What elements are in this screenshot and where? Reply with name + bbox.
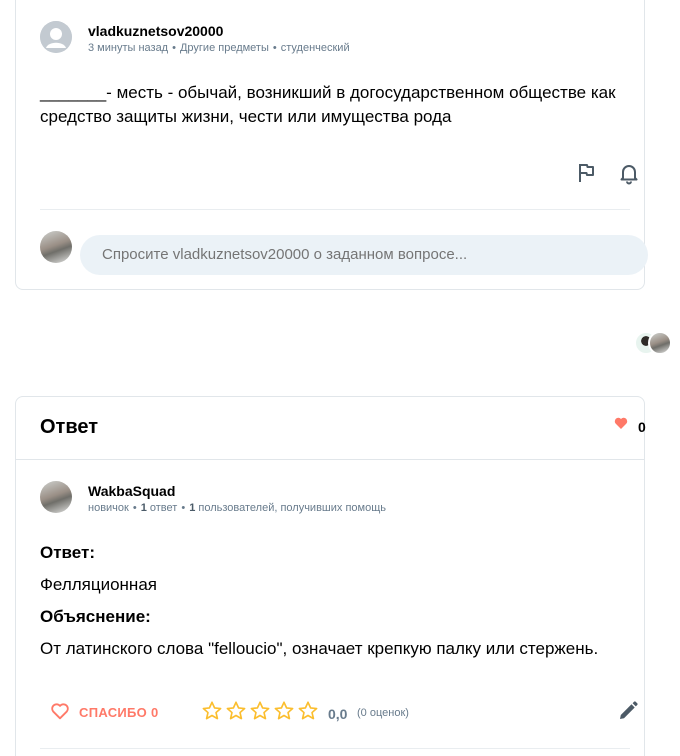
helper-avatar bbox=[648, 331, 672, 355]
helped-count: 1 bbox=[189, 502, 196, 514]
heart-outline-icon[interactable] bbox=[49, 700, 73, 724]
star-outline-icon[interactable] bbox=[297, 700, 319, 722]
question-author-name[interactable]: vladkuznetsov20000 bbox=[88, 23, 223, 39]
pencil-icon[interactable] bbox=[616, 699, 640, 723]
question-meta: 3 минуты назад • Другие предметы • студенчес… bbox=[88, 42, 350, 54]
answer-header-divider bbox=[16, 459, 644, 460]
answer-count: 1 bbox=[140, 502, 147, 514]
rating-count: (0 оценок) bbox=[357, 707, 409, 719]
star-outline-icon[interactable] bbox=[225, 700, 247, 722]
answer-section-title: Ответ bbox=[40, 416, 99, 438]
star-outline-icon[interactable] bbox=[201, 700, 223, 722]
question-level: студенческий bbox=[280, 42, 350, 54]
answer-count-label: ответ bbox=[149, 502, 178, 514]
answer-author-rank: новичок bbox=[88, 502, 129, 514]
thanks-button[interactable]: СПАСИБО 0 bbox=[79, 705, 159, 720]
explanation-label: Объяснение: bbox=[40, 607, 151, 626]
star-outline-icon[interactable] bbox=[249, 700, 271, 722]
answer-like-count: 0 bbox=[638, 419, 646, 435]
helped-label: пользователей, получивших помощь bbox=[198, 502, 386, 514]
answer-author-name[interactable]: WakbaSquad bbox=[88, 483, 175, 499]
current-user-avatar bbox=[40, 231, 72, 263]
answer-author-avatar[interactable] bbox=[40, 481, 72, 513]
answer-card: Ответ 0 WakbaSquad новичок • 1 ответ • 1 пол… bbox=[15, 396, 646, 756]
question-divider bbox=[40, 209, 630, 210]
answer-footer-divider bbox=[40, 748, 630, 749]
heart-icon[interactable] bbox=[613, 415, 629, 431]
question-time: 3 минуты назад bbox=[88, 42, 169, 54]
answer-text: Фелляционная bbox=[40, 575, 157, 594]
explanation-text: От латинского слова "felloucio", означае… bbox=[40, 639, 599, 658]
star-outline-icon[interactable] bbox=[273, 700, 295, 722]
flag-icon[interactable] bbox=[574, 161, 598, 185]
rating-stars bbox=[201, 700, 319, 722]
question-subject[interactable]: Другие предметы bbox=[180, 42, 269, 54]
helpers-avatars bbox=[634, 331, 674, 355]
question-text: _______- месть - обычай, возникший в дог… bbox=[40, 83, 616, 126]
rating-value: 0,0 bbox=[328, 706, 348, 722]
user-icon bbox=[40, 21, 72, 53]
ask-question-input[interactable] bbox=[80, 235, 648, 275]
answer-author-meta: новичок • 1 ответ • 1 пользователей, получив… bbox=[88, 502, 386, 514]
answer-label: Ответ: bbox=[40, 543, 95, 562]
question-author-avatar[interactable] bbox=[40, 21, 72, 53]
bell-icon[interactable] bbox=[617, 161, 641, 185]
